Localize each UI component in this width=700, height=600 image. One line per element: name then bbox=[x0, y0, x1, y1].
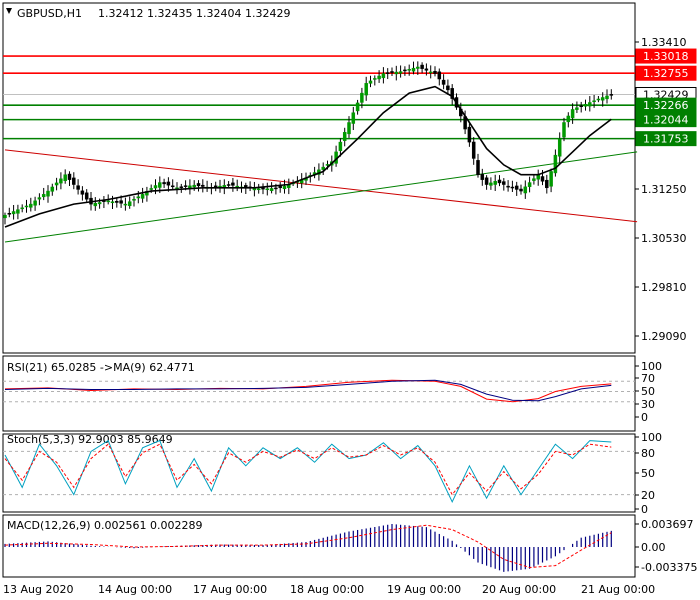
resistance-price-tag: 1.32755 bbox=[635, 65, 697, 81]
y-tick: 1.30530 bbox=[641, 232, 687, 245]
y-tick: 50 bbox=[641, 467, 655, 480]
y-tick: 70 bbox=[641, 372, 655, 385]
y-tick: 0.003697 bbox=[641, 518, 694, 531]
chart-canvas: 13 Aug 2020 14 Aug 00:00 17 Aug 00:00 18… bbox=[2, 2, 697, 596]
support-price-tag: 1.32266 bbox=[635, 97, 697, 113]
y-tick: 100 bbox=[641, 431, 662, 444]
y-tick: 0 bbox=[641, 411, 648, 424]
y-tick: 1.29810 bbox=[641, 281, 687, 294]
y-tick: 1.31250 bbox=[641, 183, 687, 196]
support-price-tag: 1.31753 bbox=[635, 131, 697, 147]
ohlc-values: 1.32412 1.32435 1.32404 1.32429 bbox=[98, 7, 290, 20]
y-tick: 30 bbox=[641, 398, 655, 411]
price-tag-label: 1.32755 bbox=[643, 67, 689, 80]
support-price-tag: 1.32044 bbox=[635, 112, 697, 128]
y-tick: 20 bbox=[641, 489, 655, 502]
x-label: 19 Aug 00:00 bbox=[387, 583, 461, 596]
trading-chart: 13 Aug 2020 14 Aug 00:00 17 Aug 00:00 18… bbox=[0, 0, 700, 600]
price-y-axis: 1.33410 1.31250 1.30530 1.29810 1.29090 bbox=[635, 36, 687, 343]
y-tick: -0.003375 bbox=[641, 561, 697, 574]
x-label: 18 Aug 00:00 bbox=[290, 583, 364, 596]
resistance-price-tag: 1.33018 bbox=[635, 48, 697, 64]
stoch-title: Stoch(5,3,3) 92.9003 85.9649 bbox=[7, 433, 173, 446]
y-tick: 0 bbox=[641, 503, 648, 516]
price-header: GBPUSD,H1 1.32412 1.32435 1.32404 1.3242… bbox=[6, 7, 290, 20]
time-axis: 13 Aug 2020 14 Aug 00:00 17 Aug 00:00 18… bbox=[3, 583, 655, 596]
price-tag-label: 1.33018 bbox=[643, 50, 689, 63]
x-label: 13 Aug 2020 bbox=[3, 583, 73, 596]
symbol-label: GBPUSD,H1 bbox=[17, 7, 82, 20]
price-tag-label: 1.32266 bbox=[643, 99, 689, 112]
price-tag-label: 1.31753 bbox=[643, 133, 689, 146]
x-label: 21 Aug 00:00 bbox=[581, 583, 655, 596]
y-tick: 1.29090 bbox=[641, 330, 687, 343]
macd-title: MACD(12,26,9) 0.002561 0.002289 bbox=[7, 519, 203, 532]
y-tick: 80 bbox=[641, 447, 655, 460]
x-label: 14 Aug 00:00 bbox=[98, 583, 172, 596]
rsi-title: RSI(21) 65.0285 ->MA(9) 62.4771 bbox=[7, 361, 195, 374]
x-label: 17 Aug 00:00 bbox=[193, 583, 267, 596]
x-label: 20 Aug 00:00 bbox=[482, 583, 556, 596]
price-tag-label: 1.32044 bbox=[643, 114, 689, 127]
price-tags: 1.330181.327551.324291.322661.320441.317… bbox=[635, 48, 697, 147]
y-tick: 1.33410 bbox=[641, 36, 687, 49]
y-tick: 0.00 bbox=[641, 541, 666, 554]
y-tick: 50 bbox=[641, 385, 655, 398]
